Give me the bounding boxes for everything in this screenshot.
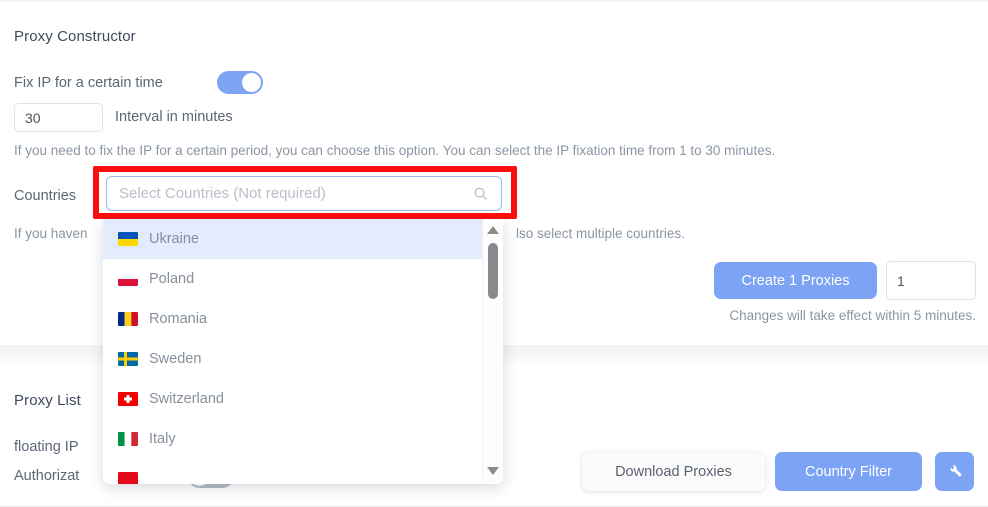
floating-ip-label: floating IP	[14, 439, 79, 455]
flag-pl-icon	[118, 272, 138, 286]
flag-ch-icon	[118, 392, 138, 406]
countries-hint-right: lso select multiple countries.	[516, 226, 685, 241]
interval-input[interactable]: 30	[14, 103, 103, 132]
triangle-up-icon	[487, 226, 499, 234]
country-select-input[interactable]: Select Countries (Not required)	[106, 176, 502, 211]
country-option[interactable]: Poland	[103, 259, 483, 299]
scroll-down-arrow[interactable]	[483, 462, 503, 480]
wrench-icon	[947, 462, 963, 482]
flag-tr-icon	[118, 472, 138, 484]
toggle-knob	[242, 73, 261, 92]
country-option[interactable]: Sweden	[103, 339, 483, 379]
country-option[interactable]: Switzerland	[103, 379, 483, 419]
country-option[interactable]: Romania	[103, 299, 483, 339]
flag-ro-icon	[118, 312, 138, 326]
country-option-label: Ukraine	[149, 231, 199, 247]
fix-ip-hint: If you need to fix the IP for a certain …	[14, 143, 776, 158]
create-note: Changes will take effect within 5 minute…	[729, 308, 976, 323]
triangle-down-icon	[487, 467, 499, 475]
fix-ip-toggle[interactable]	[217, 71, 263, 94]
proxy-list-title: Proxy List	[14, 392, 81, 409]
country-option-label: Italy	[149, 431, 176, 447]
country-option-label: Poland	[149, 271, 195, 287]
proxy-quantity-input[interactable]: 1	[886, 261, 976, 300]
country-option[interactable]	[103, 459, 483, 484]
search-icon[interactable]	[473, 186, 488, 201]
flag-it-icon	[118, 432, 138, 446]
flag-se-icon	[118, 352, 138, 366]
scroll-up-arrow[interactable]	[483, 221, 503, 239]
authorization-label: Authorizat	[14, 468, 80, 484]
country-option-label: Romania	[149, 311, 208, 327]
app-root: Proxy Constructor Fix IP for a certain t…	[0, 0, 988, 507]
countries-hint-left: If you haven	[14, 226, 88, 241]
fix-ip-label: Fix IP for a certain time	[14, 75, 163, 91]
interval-label: Interval in minutes	[115, 109, 233, 125]
dropdown-scrollbar[interactable]	[482, 219, 503, 484]
country-option-label: Sweden	[149, 351, 202, 367]
settings-wrench-button[interactable]	[935, 452, 974, 491]
country-option-list[interactable]: Ukraine Poland Romania Sweden Switzerland Ita…	[103, 219, 483, 484]
countries-label: Countries	[14, 188, 77, 204]
country-select-placeholder: Select Countries (Not required)	[119, 185, 326, 202]
country-filter-button[interactable]: Country Filter	[775, 452, 922, 491]
country-option-label: Switzerland	[149, 391, 224, 407]
scrollbar-thumb[interactable]	[488, 243, 498, 299]
country-option[interactable]: Ukraine	[103, 219, 483, 259]
flag-ua-icon	[118, 232, 138, 246]
page-title: Proxy Constructor	[14, 28, 136, 45]
create-proxies-button[interactable]: Create 1 Proxies	[714, 262, 877, 299]
country-option[interactable]: Italy	[103, 419, 483, 459]
download-proxies-button[interactable]: Download Proxies	[582, 452, 765, 491]
country-dropdown-panel[interactable]: Ukraine Poland Romania Sweden Switzerland Ita…	[103, 219, 503, 484]
